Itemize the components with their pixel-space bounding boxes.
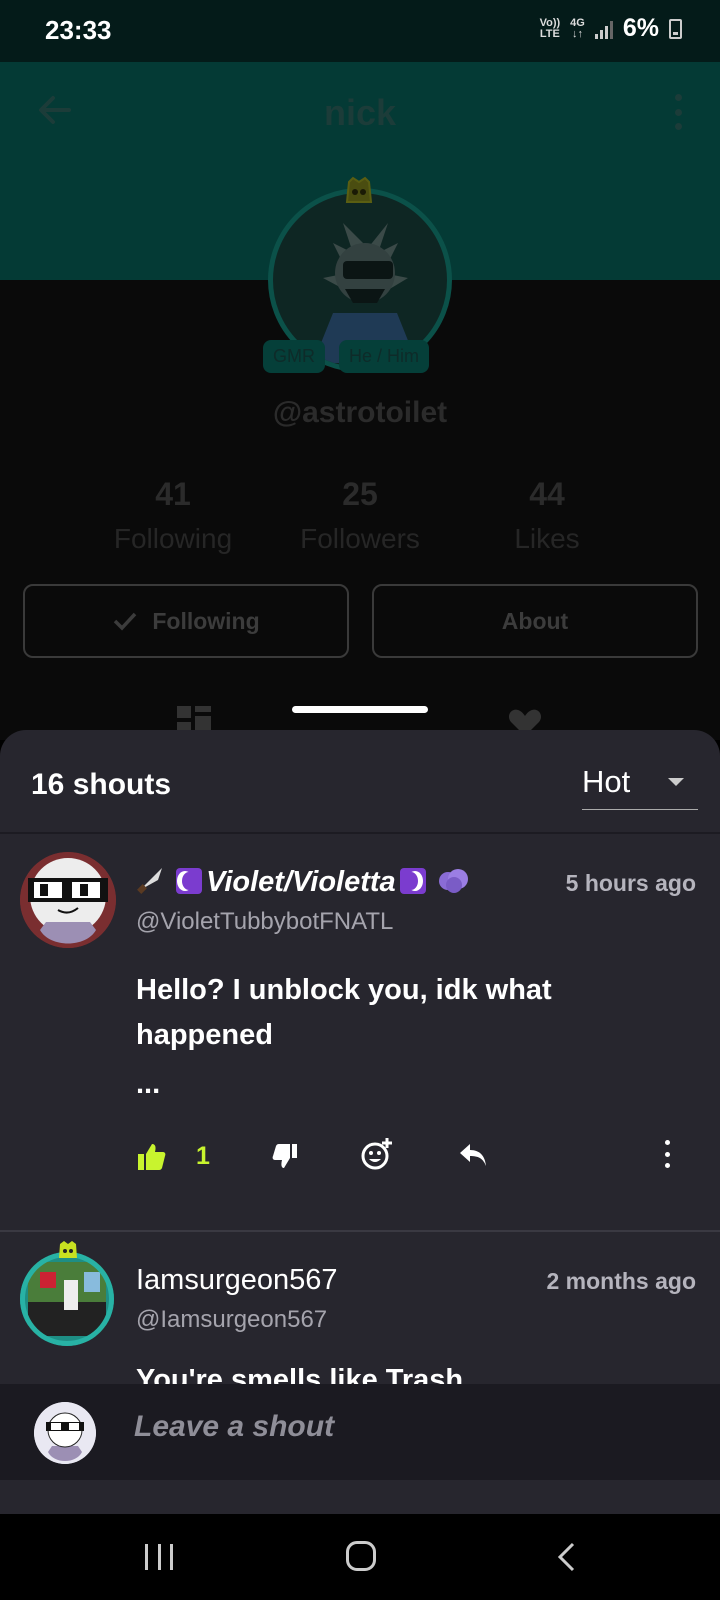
check-icon [114,612,137,631]
signal-icon [594,19,613,39]
commenter-avatar[interactable] [20,1252,114,1346]
following-button-label: Following [152,607,260,634]
stat-following[interactable]: 41 Following [80,476,266,555]
comment-item: Violet/Violetta @VioletTubbybotFNATL 5 h… [0,836,720,1232]
commenter-handle[interactable]: @VioletTubbybotFNATL [136,908,393,936]
comment-text: Hello? I unblock you, idk what happened [136,974,552,1051]
commenter-handle[interactable]: @Iamsurgeon567 [136,1306,327,1334]
status-icons: Vo)) LTE 4G ↓↑ 6% [540,14,682,43]
status-bar: 23:33 Vo)) LTE 4G ↓↑ 6% [0,0,720,62]
about-button-label: About [501,607,569,634]
sort-dropdown[interactable]: Hot [582,762,698,810]
volte-icon: Vo)) LTE [539,16,561,40]
caret-down-icon [668,778,684,786]
nav-back-icon[interactable] [556,1541,576,1573]
knife-emoji-icon [137,868,162,894]
stat-followers[interactable]: 25 Followers [267,476,453,555]
my-avatar [34,1402,96,1464]
stat-likes[interactable]: 44 Likes [454,476,640,555]
commenter-name[interactable]: Iamsurgeon567 [136,1264,338,1297]
profile-handle: @astrotoilet [272,396,448,429]
thumbs-down-icon[interactable] [272,1142,298,1170]
moon-emoji-icon [176,868,203,894]
commenter-name[interactable]: Violet/Violetta [136,866,470,899]
shouts-sheet: 16 shouts Hot Violet/Violetta @VioletTub… [0,730,720,1514]
status-time: 23:33 [45,15,112,45]
read-more-ellipsis[interactable]: ... [136,1068,160,1101]
profile-stats: 41 Following 25 Followers 44 Likes [80,476,640,555]
profile-title: nick [323,92,397,133]
battery-charging-icon [669,18,682,39]
comment-more-icon[interactable] [663,1140,671,1168]
sort-value: Hot [582,764,631,799]
comment-actions: 1 [136,1136,696,1186]
pronouns-badge: He / Him [339,340,430,373]
shout-input[interactable] [134,1410,634,1444]
compose-bar [0,1384,720,1480]
overflow-menu-icon[interactable] [672,94,684,130]
add-reaction-icon[interactable] [360,1136,394,1172]
battery-percent: 6% [622,14,659,42]
grapes-emoji-icon [438,869,468,893]
tag-badge: GMR [263,340,325,373]
comment-time: 2 months ago [546,1268,696,1294]
crown-icon [59,1241,77,1258]
sheet-drag-handle[interactable] [292,706,428,713]
following-button[interactable]: Following [23,584,349,658]
about-button[interactable]: About [372,584,698,658]
thumbs-up-icon[interactable] [136,1142,166,1172]
comment-time: 5 hours ago [565,870,696,896]
shout-count: 16 shouts [31,768,172,801]
commenter-avatar[interactable] [20,852,116,948]
crown-icon [345,176,373,203]
reply-icon[interactable] [458,1142,488,1168]
4g-icon: 4G ↓↑ [570,16,585,40]
like-count: 1 [196,1142,210,1170]
profile-background: nick GMR He / Him @astrotoilet 41 Follow… [0,0,720,740]
moon-emoji-icon [399,868,426,894]
sheet-header: 16 shouts Hot [0,730,720,834]
recents-icon[interactable] [145,1544,173,1570]
navigation-bar [0,1514,720,1600]
home-icon[interactable] [346,1541,376,1571]
profile-tags: GMR He / Him [263,340,430,373]
